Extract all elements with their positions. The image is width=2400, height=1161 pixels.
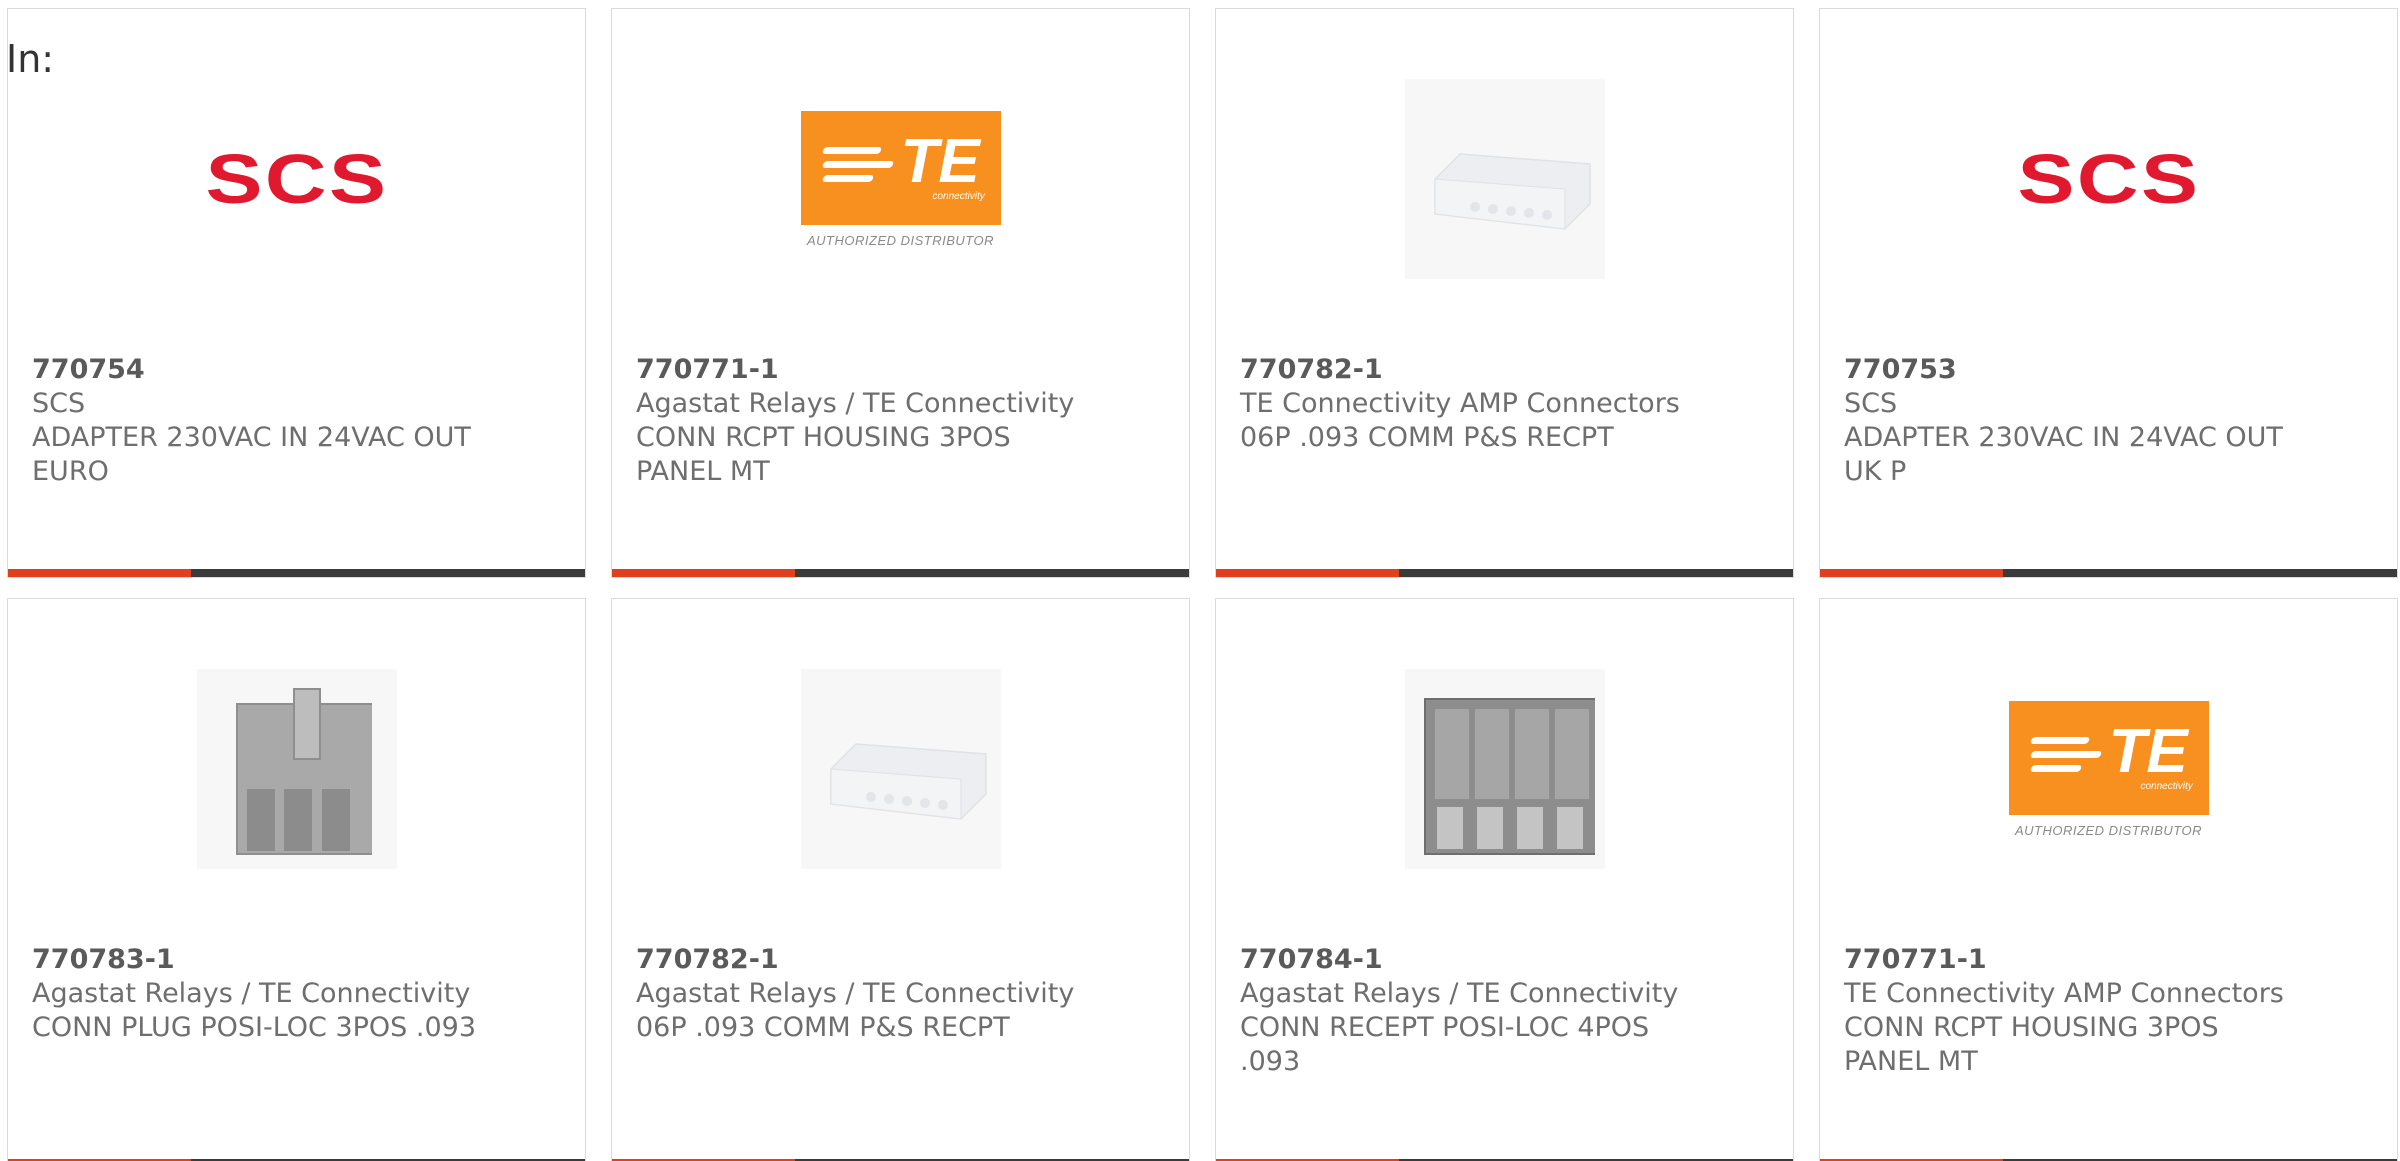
brand-name: SCS — [32, 388, 86, 419]
description-line: PANEL MT — [1844, 1046, 1978, 1077]
brand-name: TE Connectivity AMP Connectors — [1844, 978, 2284, 1009]
card-accent-bar — [612, 569, 1189, 577]
brand-name: SCS — [1844, 388, 1898, 419]
brand-name: TE Connectivity AMP Connectors — [1240, 388, 1680, 419]
description-line: CONN PLUG POSI-LOC 3POS .093 — [32, 1012, 477, 1043]
card-accent-bar — [1820, 569, 2397, 577]
product-card[interactable]: SCS 770753 SCS ADAPTER 230VAC IN 24VAC O… — [1819, 8, 2398, 578]
product-card[interactable]: TE connectivity AUTHORIZED DISTRIBUTOR 7… — [611, 8, 1190, 578]
scs-logo: SCS — [2017, 140, 2200, 218]
product-info: 770754 SCS ADAPTER 230VAC IN 24VAC OUT E… — [32, 353, 492, 489]
product-card[interactable]: SCS 770754 SCS ADAPTER 230VAC IN 24VAC O… — [7, 8, 586, 578]
product-card[interactable]: 770783-1 Agastat Relays / TE Connectivit… — [7, 598, 586, 1161]
card-accent-bar — [8, 569, 585, 577]
te-connectivity-logo: TE connectivity AUTHORIZED DISTRIBUTOR — [2008, 700, 2209, 838]
description-line: ADAPTER 230VAC IN 24VAC OUT — [32, 422, 471, 453]
product-info: 770784-1 Agastat Relays / TE Connectivit… — [1240, 943, 1700, 1079]
brand-name: Agastat Relays / TE Connectivity — [1240, 978, 1679, 1009]
part-number[interactable]: 770771-1 — [1844, 943, 2304, 977]
product-image[interactable] — [612, 669, 1189, 869]
product-card[interactable]: 770782-1 Agastat Relays / TE Connectivit… — [611, 598, 1190, 1161]
product-image[interactable]: SCS — [1820, 79, 2397, 279]
product-image[interactable]: TE connectivity AUTHORIZED DISTRIBUTOR — [1820, 669, 2397, 869]
description-line: UK P — [1844, 456, 1907, 487]
brand-name: Agastat Relays / TE Connectivity — [32, 978, 471, 1009]
brand-name: Agastat Relays / TE Connectivity — [636, 388, 1075, 419]
part-number[interactable]: 770783-1 — [32, 943, 492, 977]
description-line: 06P .093 COMM P&S RECPT — [1240, 422, 1614, 453]
product-image[interactable] — [8, 669, 585, 869]
scs-logo: SCS — [205, 140, 388, 218]
product-info: 770782-1 TE Connectivity AMP Connectors … — [1240, 353, 1700, 455]
product-info: 770753 SCS ADAPTER 230VAC IN 24VAC OUT U… — [1844, 353, 2304, 489]
part-number[interactable]: 770782-1 — [636, 943, 1096, 977]
product-grid: SCS 770754 SCS ADAPTER 230VAC IN 24VAC O… — [7, 8, 2400, 1161]
in-label: In: — [6, 37, 55, 81]
part-number[interactable]: 770784-1 — [1240, 943, 1700, 977]
part-number[interactable]: 770753 — [1844, 353, 2304, 387]
gray-receptacle-photo — [1404, 669, 1605, 869]
product-card[interactable]: 770782-1 TE Connectivity AMP Connectors … — [1215, 8, 1794, 578]
product-image[interactable] — [1216, 79, 1793, 279]
gray-plug-photo — [196, 669, 397, 869]
part-number[interactable]: 770754 — [32, 353, 492, 387]
description-line: CONN RECEPT POSI-LOC 4POS — [1240, 1012, 1650, 1043]
description-line: CONN RCPT HOUSING 3POS — [636, 422, 1011, 453]
description-line: ADAPTER 230VAC IN 24VAC OUT — [1844, 422, 2283, 453]
part-number[interactable]: 770771-1 — [636, 353, 1096, 387]
description-line: PANEL MT — [636, 456, 770, 487]
product-card[interactable]: TE connectivity AUTHORIZED DISTRIBUTOR 7… — [1819, 598, 2398, 1161]
product-card[interactable]: 770784-1 Agastat Relays / TE Connectivit… — [1215, 598, 1794, 1161]
white-receptacle-photo — [800, 669, 1001, 869]
product-grid-page: SCS 770754 SCS ADAPTER 230VAC IN 24VAC O… — [0, 0, 2400, 1161]
product-info: 770782-1 Agastat Relays / TE Connectivit… — [636, 943, 1096, 1045]
product-image[interactable]: TE connectivity AUTHORIZED DISTRIBUTOR — [612, 79, 1189, 279]
product-info: 770771-1 Agastat Relays / TE Connectivit… — [636, 353, 1096, 489]
product-image[interactable]: SCS — [8, 79, 585, 279]
te-connectivity-logo: TE connectivity AUTHORIZED DISTRIBUTOR — [800, 110, 1001, 248]
product-image[interactable] — [1216, 669, 1793, 869]
part-number[interactable]: 770782-1 — [1240, 353, 1700, 387]
white-receptacle-photo — [1404, 79, 1605, 279]
product-info: 770771-1 TE Connectivity AMP Connectors … — [1844, 943, 2304, 1079]
description-line: EURO — [32, 456, 109, 487]
brand-name: Agastat Relays / TE Connectivity — [636, 978, 1075, 1009]
description-line: CONN RCPT HOUSING 3POS — [1844, 1012, 2219, 1043]
product-info: 770783-1 Agastat Relays / TE Connectivit… — [32, 943, 492, 1045]
description-line: .093 — [1240, 1046, 1301, 1077]
card-accent-bar — [1216, 569, 1793, 577]
description-line: 06P .093 COMM P&S RECPT — [636, 1012, 1010, 1043]
